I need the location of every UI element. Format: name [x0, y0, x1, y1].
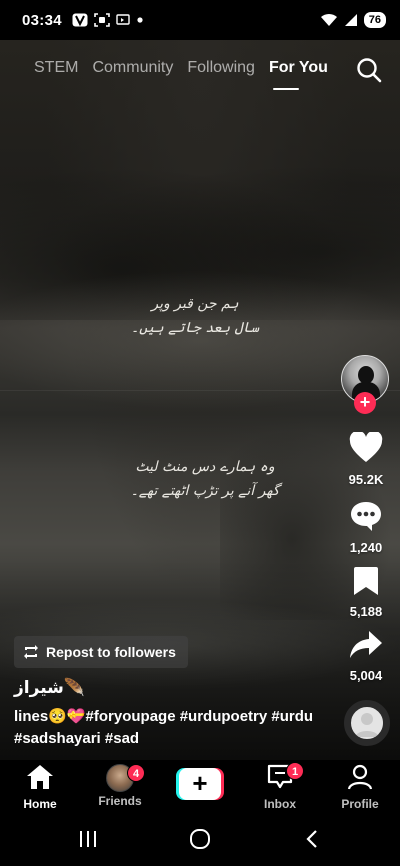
recents-icon [80, 831, 96, 847]
person-icon [347, 764, 373, 790]
nav-friends-label: Friends [98, 794, 142, 808]
nav-friends[interactable]: 4 Friends [85, 764, 155, 808]
home-icon [27, 765, 53, 789]
share-button[interactable]: 5,004 [336, 630, 396, 683]
recent-apps-button[interactable] [73, 827, 103, 851]
signal-icon [344, 13, 358, 27]
poem-top: ہم جن قبر وپر سال بعد جاتے ہیں۔ [130, 292, 260, 340]
tab-community[interactable]: Community [92, 59, 173, 77]
video-mist [0, 270, 400, 410]
nav-profile[interactable]: Profile [325, 764, 395, 811]
creator-avatar-group[interactable]: + [341, 355, 391, 415]
music-disc[interactable] [344, 700, 390, 746]
repost-icon [24, 645, 38, 659]
tab-following[interactable]: Following [187, 59, 255, 77]
search-button[interactable] [356, 57, 382, 83]
cast-icon [116, 14, 130, 26]
share-count: 5,004 [349, 668, 383, 683]
nav-profile-label: Profile [341, 797, 379, 811]
dot-icon [136, 16, 144, 24]
heart-icon [349, 430, 383, 462]
create-button[interactable]: + [176, 768, 224, 800]
search-icon [357, 58, 382, 83]
nav-inbox-label: Inbox [264, 797, 296, 811]
active-tab-indicator [273, 88, 299, 90]
poem-bottom: وہ ہمارے دس منٹ لیٹ گھر آنے پر تڑپ اٹھتے… [120, 455, 290, 503]
home-circle-icon [190, 829, 210, 849]
creator-username[interactable]: شیراز🪶 [14, 678, 85, 698]
like-count: 95.2K [348, 472, 384, 487]
poem-top-line-1: ہم جن قبر وپر [151, 296, 239, 312]
feed-tabs: STEM Community Following For You [34, 59, 328, 77]
poem-top-line-2: سال بعد جاتے ہیں۔ [130, 320, 260, 336]
nav-inbox[interactable]: 1 Inbox [245, 762, 315, 811]
v-badge-icon [72, 13, 88, 27]
bookmark-icon [354, 567, 378, 595]
status-time: 03:34 [22, 11, 62, 29]
repost-label: Repost to followers [46, 644, 176, 660]
screenshot-icon [94, 13, 110, 27]
back-button[interactable] [297, 827, 327, 851]
poem-bottom-line-2: گھر آنے پر تڑپ اٹھتے تھے۔ [130, 483, 280, 499]
plus-icon: + [179, 768, 221, 800]
nav-home[interactable]: Home [5, 764, 75, 811]
save-count: 5,188 [349, 604, 383, 619]
tab-stem[interactable]: STEM [34, 59, 78, 77]
status-icons-left [72, 13, 144, 27]
post-caption[interactable]: lines🥺💝#foryoupage #urdupoetry #urdu #sa… [14, 706, 324, 750]
status-right: 76 [320, 12, 386, 28]
nav-home-label: Home [23, 797, 57, 811]
inbox-badge: 1 [286, 762, 304, 780]
poem-bottom-line-1: وہ ہمارے دس منٹ لیٹ [135, 459, 275, 475]
comment-button[interactable]: 1,240 [336, 500, 396, 555]
home-system-button[interactable] [185, 827, 215, 851]
status-bar: 03:34 76 [0, 0, 400, 40]
friends-badge: 4 [127, 764, 145, 782]
battery-indicator: 76 [363, 12, 386, 28]
wifi-icon [320, 13, 338, 27]
tab-for-you[interactable]: For You [269, 59, 328, 77]
comment-icon [351, 502, 381, 531]
profile-placeholder-icon [355, 713, 379, 737]
back-chevron-icon [306, 830, 317, 848]
follow-button[interactable]: + [354, 392, 376, 414]
repost-button[interactable]: Repost to followers [14, 636, 188, 668]
share-arrow-icon [350, 631, 382, 658]
comment-count: 1,240 [349, 540, 383, 555]
system-nav [0, 812, 400, 866]
like-button[interactable]: 95.2K [336, 430, 396, 487]
bottom-nav: Home 4 Friends + 1 Inbox Profile [0, 760, 400, 812]
save-button[interactable]: 5,188 [336, 566, 396, 619]
top-nav: STEM Community Following For You [0, 55, 400, 95]
create-button-graphic: + [176, 768, 224, 800]
video-divider [0, 390, 400, 391]
